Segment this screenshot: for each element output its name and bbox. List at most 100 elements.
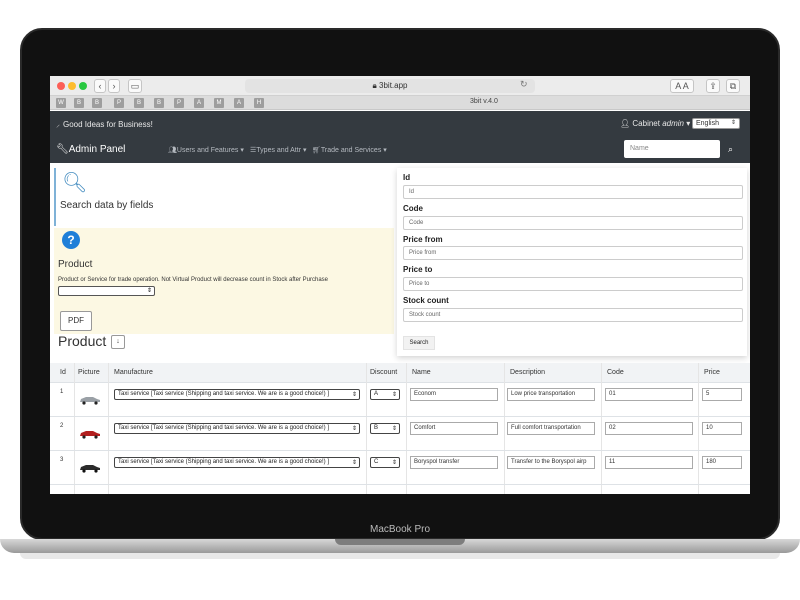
column-header-manufacture[interactable]: Manufacture xyxy=(114,369,153,376)
search-button[interactable]: Search xyxy=(403,336,435,350)
forward-icon[interactable]: › xyxy=(108,79,120,93)
column-header-name[interactable]: Name xyxy=(412,369,431,376)
menu-users-and-features[interactable]: 👥︎Users and Features ▾ xyxy=(168,146,244,154)
product-type-select[interactable]: ⇕ xyxy=(58,286,155,296)
car-icon xyxy=(80,397,100,405)
wrench-icon: 🔧︎ xyxy=(56,144,69,155)
cart-icon: 🛒︎ xyxy=(312,147,321,154)
bookmark-item[interactable]: P xyxy=(114,98,124,108)
car-wheel xyxy=(94,401,98,405)
search-form: Id Id Code Code Price from Price from Pr… xyxy=(397,168,747,356)
bookmark-item[interactable]: A xyxy=(194,98,204,108)
column-header-code[interactable]: Code xyxy=(607,369,624,376)
price-to-label: Price to xyxy=(403,265,433,274)
code-cell-field[interactable]: 11 xyxy=(605,456,693,469)
name-field[interactable]: Econom xyxy=(410,388,498,401)
car-wheel xyxy=(82,435,86,439)
address-bar[interactable]: 🔒︎ 3bit.app xyxy=(245,79,535,93)
menu-trade-and-services[interactable]: 🛒︎Trade and Services ▾ xyxy=(312,146,387,154)
bookmark-item[interactable]: B xyxy=(154,98,164,108)
table-row[interactable]: 1 Taxi service [Taxi service (Shipping a… xyxy=(50,383,750,417)
font-size-button[interactable]: A A xyxy=(670,79,694,93)
car-wheel xyxy=(94,435,98,439)
code-field[interactable]: Code xyxy=(403,216,743,230)
bookmark-item[interactable]: P xyxy=(174,98,184,108)
code-label: Code xyxy=(403,204,423,213)
cabinet-link[interactable]: 👤︎ Cabinet admin ▾ xyxy=(620,119,690,128)
laptop-base-shadow xyxy=(20,553,780,559)
car-body xyxy=(80,431,100,436)
discount-value: C xyxy=(374,459,379,465)
description-field[interactable]: Low price transportation xyxy=(507,388,595,401)
pdf-button[interactable]: PDF xyxy=(60,311,92,331)
stock-count-label: Stock count xyxy=(403,296,449,305)
table-row[interactable]: 2 Taxi service [Taxi service (Shipping a… xyxy=(50,417,750,451)
price-field[interactable]: 5 xyxy=(702,388,742,401)
manufacture-select[interactable]: Taxi service [Taxi service (Shipping and… xyxy=(114,457,360,468)
reload-icon[interactable]: ↻ xyxy=(520,79,528,90)
bookmark-item[interactable]: A xyxy=(234,98,244,108)
menu-types-and-attr[interactable]: ☰Types and Attr ▾ xyxy=(250,146,307,154)
stock-count-field[interactable]: Stock count xyxy=(403,308,743,322)
manufacture-select[interactable]: Taxi service [Taxi service (Shipping and… xyxy=(114,423,360,434)
name-field[interactable]: Boryspol transfer xyxy=(410,456,498,469)
bookmark-item[interactable]: B xyxy=(134,98,144,108)
bookmark-item[interactable]: M xyxy=(214,98,224,108)
column-header-description[interactable]: Description xyxy=(510,369,545,376)
column-header-picture[interactable]: Picture xyxy=(78,369,100,376)
bookmarks-bar: W B B P B B P A M A H 3bit v.4.0 xyxy=(50,96,750,110)
column-header-id[interactable]: Id xyxy=(60,369,66,376)
description-field[interactable]: Transfer to the Boryspol airp xyxy=(507,456,595,469)
minimize-window-button[interactable] xyxy=(68,82,76,90)
manufacture-select[interactable]: Taxi service [Taxi service (Shipping and… xyxy=(114,389,360,400)
car-icon xyxy=(80,465,100,473)
price-field[interactable]: 10 xyxy=(702,422,742,435)
discount-select[interactable]: B ⇕ xyxy=(370,423,400,434)
user-icon: 👤︎ xyxy=(620,119,631,128)
discount-select[interactable]: A ⇕ xyxy=(370,389,400,400)
main-content: 🔍︎ Search data by fields ? Product Produ… xyxy=(50,163,750,494)
share-icon[interactable]: ⇪ xyxy=(706,79,720,93)
sort-button[interactable]: ↓ xyxy=(111,335,125,349)
navbar-search-input[interactable]: Name xyxy=(624,140,720,158)
description-field[interactable]: Full comfort transportation xyxy=(507,422,595,435)
admin-panel-link[interactable]: 🔧︎Admin Panel xyxy=(56,144,125,155)
cabinet-user: admin xyxy=(662,119,684,128)
manufacture-value: Taxi service [Taxi service (Shipping and… xyxy=(118,425,329,431)
app-navbar: ⸝ Good Ideas for Business! 👤︎ Cabinet adm… xyxy=(50,111,750,163)
back-icon[interactable]: ‹ xyxy=(94,79,106,93)
bookmark-item[interactable]: B xyxy=(92,98,102,108)
code-cell-field[interactable]: 01 xyxy=(605,388,693,401)
device-label: MacBook Pro xyxy=(369,524,431,535)
search-icon[interactable]: ⌕ xyxy=(728,144,733,155)
code-cell-field[interactable]: 02 xyxy=(605,422,693,435)
select-arrows-icon: ⇕ xyxy=(351,426,357,432)
column-header-price[interactable]: Price xyxy=(704,369,720,376)
id-field[interactable]: Id xyxy=(403,185,743,199)
name-field[interactable]: Comfort xyxy=(410,422,498,435)
select-arrows-icon: ⇕ xyxy=(351,392,357,398)
tab-title: 3bit v.4.0 xyxy=(470,98,498,105)
bookmark-item[interactable]: W xyxy=(56,98,66,108)
car-wheel xyxy=(94,469,98,473)
brand[interactable]: ⸝ Good Ideas for Business! xyxy=(56,119,153,130)
sidebar-icon[interactable]: ▭ xyxy=(128,79,142,93)
price-field[interactable]: 180 xyxy=(702,456,742,469)
maximize-window-button[interactable] xyxy=(79,82,87,90)
manufacture-value: Taxi service [Taxi service (Shipping and… xyxy=(118,459,329,465)
bookmark-item[interactable]: H xyxy=(254,98,264,108)
car-wheel xyxy=(82,469,86,473)
bookmark-item[interactable]: B xyxy=(74,98,84,108)
column-header-discount[interactable]: Discount xyxy=(370,369,397,376)
discount-select[interactable]: C ⇕ xyxy=(370,457,400,468)
users-icon: 👥︎ xyxy=(168,147,177,154)
price-to-field[interactable]: Price to xyxy=(403,277,743,291)
select-arrows-icon: ⇕ xyxy=(391,392,397,398)
language-select[interactable]: English ⇕ xyxy=(692,118,740,129)
menu-label: Trade and Services xyxy=(320,147,382,154)
table-row[interactable]: 3 Taxi service [Taxi service (Shipping a… xyxy=(50,451,750,485)
price-from-field[interactable]: Price from xyxy=(403,246,743,260)
browser-toolbar: ‹ › ▭ 🔒︎ 3bit.app ↻ A A ⇪ ⧉ xyxy=(50,76,750,96)
close-window-button[interactable] xyxy=(57,82,65,90)
tabs-icon[interactable]: ⧉ xyxy=(726,79,740,93)
